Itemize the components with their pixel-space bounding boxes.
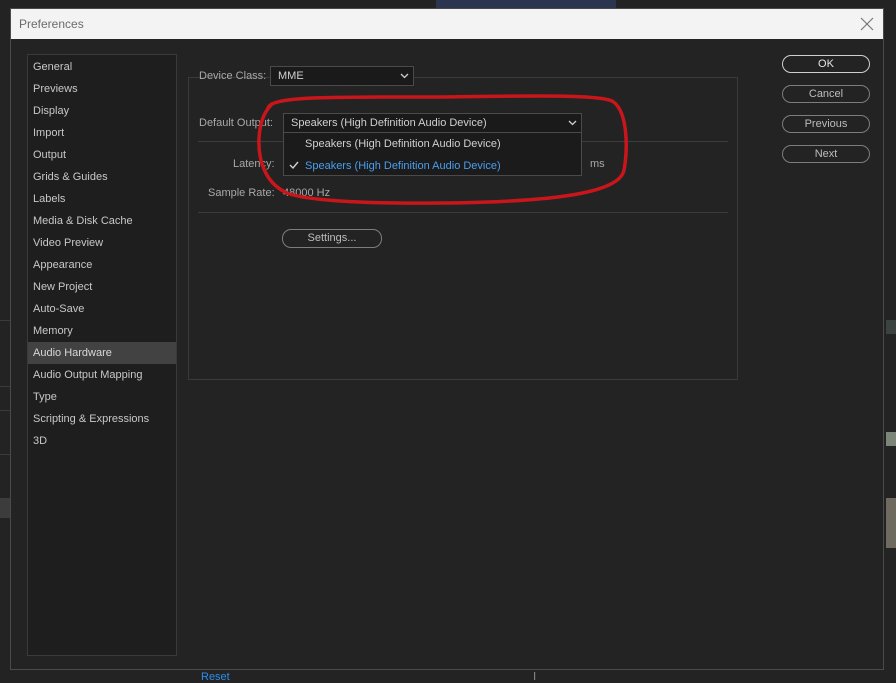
sidebar-item-scripting-and-expressions[interactable]: Scripting & Expressions — [28, 408, 176, 430]
reset-link[interactable]: Reset — [201, 671, 230, 683]
sidebar-item-memory[interactable]: Memory — [28, 320, 176, 342]
background-video-thumbnail — [436, 0, 616, 8]
sidebar-item-audio-hardware[interactable]: Audio Hardware — [28, 342, 176, 364]
sidebar-item-new-project[interactable]: New Project — [28, 276, 176, 298]
background-panel-strip — [886, 320, 896, 334]
default-output-label: Default Output: — [199, 117, 273, 129]
checkmark-icon — [289, 161, 299, 170]
preferences-dialog: Preferences General Previews Display Import… — [10, 8, 884, 670]
device-class-value: MME — [278, 70, 304, 82]
sidebar-item-video-preview[interactable]: Video Preview — [28, 232, 176, 254]
ok-button[interactable]: OK — [782, 55, 870, 73]
close-icon[interactable] — [857, 14, 877, 34]
sidebar-item-auto-save[interactable]: Auto-Save — [28, 298, 176, 320]
default-output-value: Speakers (High Definition Audio Device) — [291, 117, 487, 129]
chevron-down-icon — [568, 120, 577, 126]
previous-button[interactable]: Previous — [782, 115, 870, 133]
sidebar-item-import[interactable]: Import — [28, 122, 176, 144]
background-divider — [0, 320, 10, 321]
sidebar-list: General Previews Display Import Output Grids … — [28, 56, 176, 452]
background-divider — [0, 410, 10, 411]
sample-rate-value: 48000 Hz — [283, 187, 331, 199]
default-output-options-list: Speakers (High Definition Audio Device) … — [283, 132, 582, 176]
sidebar-item-media-and-disk-cache[interactable]: Media & Disk Cache — [28, 210, 176, 232]
title-bar: Preferences — [11, 9, 883, 39]
background-divider — [0, 454, 10, 455]
sidebar-item-type[interactable]: Type — [28, 386, 176, 408]
device-class-label: Device Class: — [199, 70, 267, 82]
sidebar-item-general[interactable]: General — [28, 56, 176, 78]
output-option-selected[interactable]: Speakers (High Definition Audio Device) — [305, 160, 501, 172]
cancel-button[interactable]: Cancel — [782, 85, 870, 103]
next-button[interactable]: Next — [782, 145, 870, 163]
default-output-dropdown[interactable]: Speakers (High Definition Audio Device) — [283, 113, 582, 133]
sidebar-item-labels[interactable]: Labels — [28, 188, 176, 210]
output-option[interactable]: Speakers (High Definition Audio Device) — [305, 138, 501, 150]
sidebar-item-grids-and-guides[interactable]: Grids & Guides — [28, 166, 176, 188]
sidebar-item-output[interactable]: Output — [28, 144, 176, 166]
text-cursor-icon: Ⅰ — [533, 671, 537, 683]
latency-label: Latency: — [233, 158, 275, 170]
background-clip-thumbnail — [886, 498, 896, 548]
latency-unit: ms — [590, 158, 605, 170]
device-class-dropdown[interactable]: MME — [270, 66, 414, 86]
chevron-down-icon — [400, 73, 409, 79]
section-divider — [198, 212, 728, 213]
background-divider — [0, 386, 10, 387]
background-panel-strip — [886, 432, 896, 446]
sidebar-item-audio-output-mapping[interactable]: Audio Output Mapping — [28, 364, 176, 386]
settings-button[interactable]: Settings... — [282, 229, 382, 248]
sample-rate-label: Sample Rate: — [208, 187, 275, 199]
dialog-title: Preferences — [19, 17, 84, 31]
background-panel-strip — [0, 498, 10, 518]
preferences-sidebar: General Previews Display Import Output Grids … — [27, 54, 177, 656]
sidebar-item-previews[interactable]: Previews — [28, 78, 176, 100]
sidebar-item-appearance[interactable]: Appearance — [28, 254, 176, 276]
sidebar-item-3d[interactable]: 3D — [28, 430, 176, 452]
sidebar-item-display[interactable]: Display — [28, 100, 176, 122]
